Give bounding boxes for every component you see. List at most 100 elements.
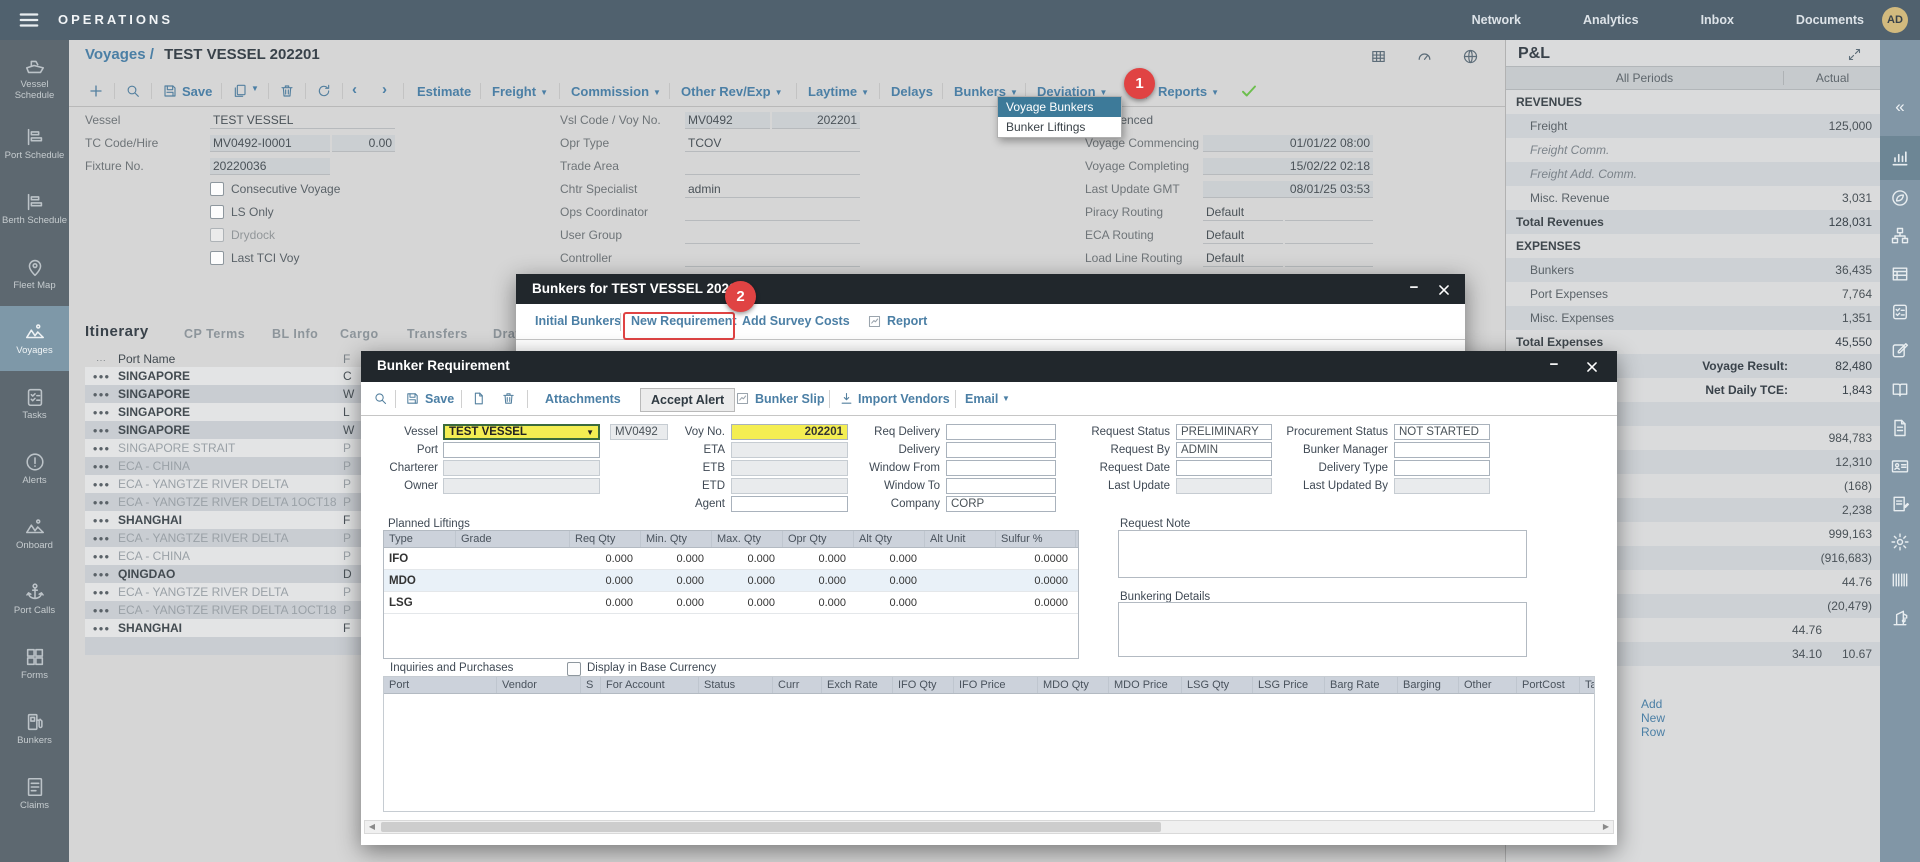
table-row[interactable]: IFO0.0000.0000.0000.0000.0000.0000 — [384, 548, 1078, 570]
row-menu-icon[interactable]: ●●● — [85, 606, 118, 615]
routing-field[interactable]: Default — [1203, 227, 1283, 244]
email-caret-icon[interactable]: ▼ — [1002, 394, 1010, 403]
checkbox[interactable] — [210, 182, 224, 196]
form-field[interactable]: TCOV — [685, 135, 860, 152]
request-by-field[interactable]: ADMIN — [1176, 442, 1272, 458]
close-icon[interactable] — [1581, 360, 1603, 374]
compose-icon[interactable] — [1890, 340, 1910, 360]
add-survey-costs-button[interactable]: Add Survey Costs — [742, 314, 850, 328]
company-field[interactable]: CORP — [946, 496, 1056, 512]
sidebar-item-alerts[interactable]: Alerts — [0, 436, 69, 501]
sitemap-icon[interactable] — [1890, 226, 1910, 246]
save-icon[interactable] — [162, 83, 178, 99]
form-field[interactable] — [685, 204, 860, 221]
agent-field[interactable] — [731, 496, 848, 512]
accept-alert-button[interactable]: Accept Alert — [640, 388, 735, 412]
row-menu-icon[interactable]: ●●● — [85, 570, 118, 579]
menu-reports[interactable]: Reports▼ — [1158, 84, 1219, 99]
breadcrumb-voyages-link[interactable]: Voyages / — [85, 46, 154, 63]
date-field[interactable]: 08/01/25 03:53 — [1203, 181, 1373, 198]
tab-transfers[interactable]: Transfers — [407, 327, 468, 341]
copy-button[interactable] — [232, 83, 248, 99]
bunker-slip-button[interactable]: Bunker Slip — [755, 392, 824, 406]
form-field[interactable] — [685, 227, 860, 244]
vsl-code-field[interactable]: MV0492 — [685, 112, 770, 129]
scrollbar-thumb[interactable] — [381, 822, 1161, 832]
tab-itinerary[interactable]: Itinerary — [85, 323, 149, 340]
row-menu-icon[interactable]: ●●● — [85, 588, 118, 597]
window-to-field[interactable] — [946, 478, 1056, 494]
minimize-icon[interactable]: − — [1403, 279, 1425, 296]
topnav-analytics[interactable]: Analytics — [1583, 13, 1639, 27]
bunkers-modal-titlebar[interactable]: Bunkers for TEST VESSEL 202201 − — [516, 274, 1465, 304]
display-base-currency-checkbox[interactable] — [567, 662, 581, 676]
port-field[interactable] — [443, 442, 600, 458]
pnl-period-select[interactable]: All Periods — [1506, 71, 1783, 85]
vessel-field[interactable]: TEST VESSEL — [210, 112, 395, 129]
row-menu-icon[interactable]: ●●● — [85, 462, 118, 471]
avatar[interactable]: AD — [1882, 7, 1908, 33]
tab-bl-info[interactable]: BL Info — [272, 327, 318, 341]
row-menu-icon[interactable]: ●●● — [85, 408, 118, 417]
bunker-requirement-titlebar[interactable]: Bunker Requirement − — [361, 351, 1617, 382]
date-field[interactable]: 01/01/22 08:00 — [1203, 135, 1373, 152]
menu-commission[interactable]: Commission▼ — [571, 84, 661, 99]
save-button[interactable]: Save — [182, 84, 212, 99]
prev-voyage-button[interactable]: ‹ — [352, 81, 357, 98]
row-menu-icon[interactable]: ●●● — [85, 372, 118, 381]
menu-delays[interactable]: Delays — [891, 84, 933, 99]
menu-estimate[interactable]: Estimate — [417, 84, 471, 99]
row-menu-icon[interactable]: ●●● — [85, 516, 118, 525]
row-menu-icon[interactable]: ●●● — [85, 480, 118, 489]
row-menu-icon[interactable]: ●●● — [85, 444, 118, 453]
barcode-icon[interactable] — [1890, 570, 1910, 590]
doc-icon[interactable] — [1890, 418, 1910, 438]
save-icon[interactable] — [405, 391, 420, 406]
tc-code-field[interactable]: 0.00 — [332, 135, 395, 152]
collapse-icon[interactable]: « — [1880, 92, 1920, 122]
row-menu-icon[interactable]: ●●● — [85, 498, 118, 507]
deviation-menu-item-voyage-bunkers[interactable]: Voyage Bunkers — [998, 97, 1121, 117]
request-date-field[interactable] — [1176, 460, 1272, 476]
fixture-field[interactable]: 20220036 — [210, 158, 330, 175]
topnav-network[interactable]: Network — [1472, 13, 1521, 27]
scroll-right-icon[interactable]: ▶ — [1599, 821, 1613, 833]
form-field[interactable] — [685, 250, 860, 267]
ledger-icon[interactable] — [1890, 264, 1910, 284]
table-row[interactable]: LSG0.0000.0000.0000.0000.0000.0000 — [384, 592, 1078, 614]
sidebar-item-port-calls[interactable]: Port Calls — [0, 566, 69, 631]
checkbox[interactable] — [210, 251, 224, 265]
sidebar-item-tasks[interactable]: Tasks — [0, 371, 69, 436]
copy-caret-icon[interactable]: ▼ — [251, 84, 259, 93]
refresh-button[interactable] — [316, 83, 332, 99]
new-page-icon[interactable] — [471, 391, 486, 406]
voy-no-field[interactable]: 202201 — [772, 112, 860, 129]
menu-other-rev-exp[interactable]: Other Rev/Exp▼ — [681, 84, 783, 99]
initial-bunkers-button[interactable]: Initial Bunkers — [535, 314, 621, 328]
menu-laytime[interactable]: Laytime▼ — [808, 84, 869, 99]
menu-freight[interactable]: Freight▼ — [492, 84, 548, 99]
delete-icon[interactable] — [501, 391, 516, 406]
sidebar-item-forms[interactable]: Forms — [0, 631, 69, 696]
window-from-field[interactable] — [946, 460, 1056, 476]
row-menu-icon[interactable]: ●●● — [85, 534, 118, 543]
chart-icon[interactable] — [1890, 148, 1910, 168]
eco-icon[interactable] — [1890, 188, 1910, 208]
import-vendors-button[interactable]: Import Vendors — [858, 392, 950, 406]
save-button[interactable]: Save — [425, 392, 454, 406]
scroll-left-icon[interactable]: ◀ — [365, 821, 379, 833]
close-icon[interactable] — [1433, 283, 1455, 297]
sidebar-item-fleet-map[interactable]: Fleet Map — [0, 241, 69, 306]
routing-field-2[interactable] — [1285, 227, 1373, 244]
grid-view-icon[interactable] — [1370, 48, 1387, 65]
notebook-icon[interactable] — [1890, 494, 1910, 514]
bunkering-details-input[interactable] — [1118, 602, 1527, 657]
bunker-manager-field[interactable] — [1394, 442, 1490, 458]
tc-code-field[interactable]: MV0492-I0001 — [210, 135, 330, 152]
sidebar-item-claims[interactable]: Claims — [0, 761, 69, 826]
add-button[interactable] — [88, 83, 104, 99]
sidebar-item-onboard[interactable]: Onboard — [0, 501, 69, 566]
tab-cp-terms[interactable]: CP Terms — [184, 327, 245, 341]
table-row[interactable]: MDO0.0000.0000.0000.0000.0000.0000 — [384, 570, 1078, 592]
search-button[interactable] — [125, 83, 141, 99]
